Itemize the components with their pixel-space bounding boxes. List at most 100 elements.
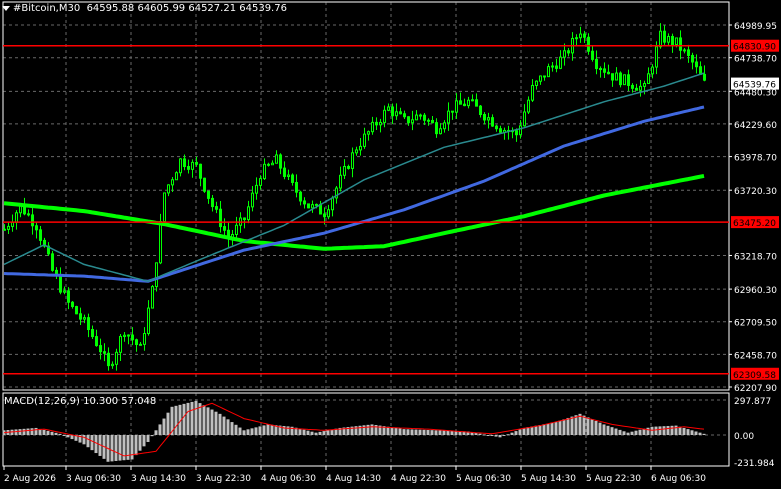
macd-bar [434,430,438,435]
chart-canvas[interactable]: 64830.90 63475.20 62309.58 64989.95 64738.70… [0,0,781,489]
macd-bar [486,435,490,436]
candle-body [107,352,110,367]
price-axis-label: 62207.90 [734,384,777,394]
macd-bar [326,430,330,435]
macd-bar [222,416,226,435]
time-axis-label: 3 Aug 06:30 [66,474,121,484]
candle-body [347,165,350,169]
candle-body [307,203,310,209]
macd-axis-label: 297.877 [734,397,771,407]
candle-body [607,71,610,75]
macd-bar [246,429,250,435]
candle-body [551,65,554,68]
candle-body [455,100,458,113]
candle-body [635,87,638,91]
candle-body [191,161,194,170]
candle-body [435,122,438,135]
candle-body [651,66,654,75]
macd-bar [430,430,434,435]
candle-body [115,351,118,365]
macd-bar [686,429,690,435]
candle-body [663,30,666,43]
macd-bar [310,431,314,435]
macd-bar [558,420,562,435]
macd-bar [162,418,166,435]
macd-bar [322,431,326,435]
candle-body [439,128,442,135]
candle-body [515,130,518,136]
macd-bar [514,431,518,435]
candle-body [171,179,174,186]
macd-bar [698,432,702,435]
candle-body [647,73,650,84]
macd-bar [306,430,310,435]
macd-bar [570,416,574,435]
candle-body [123,334,126,337]
macd-histogram [2,400,706,462]
macd-bar [682,427,686,435]
candle-body [579,33,582,39]
macd-bar [398,428,402,435]
macd-bar [138,435,142,451]
price-axis-label: 62960.30 [734,286,777,296]
macd-bar [594,420,598,435]
macd-bar [526,427,530,435]
macd-bar [82,435,86,445]
level-price-label: 63475.20 [733,219,776,229]
macd-bar [258,426,262,435]
dropdown-triangle-icon[interactable] [2,5,10,11]
macd-bar [26,428,30,435]
macd-bar [318,431,322,435]
macd-bar [50,431,54,435]
candle-body [99,345,102,353]
macd-bar [666,425,670,435]
macd-bar [490,435,494,436]
macd-bar [422,429,426,435]
candle-body [343,165,346,176]
macd-bar [110,435,114,462]
candle-body [215,206,218,210]
macd-bar [366,424,370,435]
macd-bar [402,429,406,435]
candle-body [391,106,394,117]
candle-body [83,317,86,320]
macd-bar [86,435,90,448]
macd-bar [238,427,242,435]
price-axis-label: 62709.50 [734,319,777,329]
candle-body [291,174,294,183]
candle-body [631,84,634,89]
macd-bar [214,411,218,435]
candle-body [407,116,410,124]
macd-bar [226,419,230,435]
macd-bar [370,424,374,435]
candle-body [431,119,434,124]
macd-bar [574,415,578,435]
macd-bar [678,426,682,435]
price-axis-label: 64989.95 [734,22,777,32]
candle-body [147,307,150,335]
candle-body [595,58,598,70]
candle-body [63,290,66,293]
time-axis-label: 4 Aug 14:30 [326,474,381,484]
candle-body [259,178,262,186]
candle-body [95,336,98,347]
candle-body [243,217,246,221]
macd-bar [298,428,302,435]
candle-body [359,145,362,151]
price-axis-label: 63978.70 [734,154,777,164]
candle-body [31,214,34,227]
macd-bar [634,430,638,435]
macd-bar [450,430,454,435]
macd-bar [270,424,274,435]
macd-bar [418,429,422,435]
candle-body [687,49,690,56]
candle-body [223,226,226,231]
macd-bar [578,413,582,435]
candle-body [643,82,646,87]
candle-body [423,114,426,121]
candle-body [27,213,30,216]
candle-body [79,313,82,320]
candle-body [619,72,622,86]
macd-bar [234,424,238,435]
candle-body [575,37,578,40]
